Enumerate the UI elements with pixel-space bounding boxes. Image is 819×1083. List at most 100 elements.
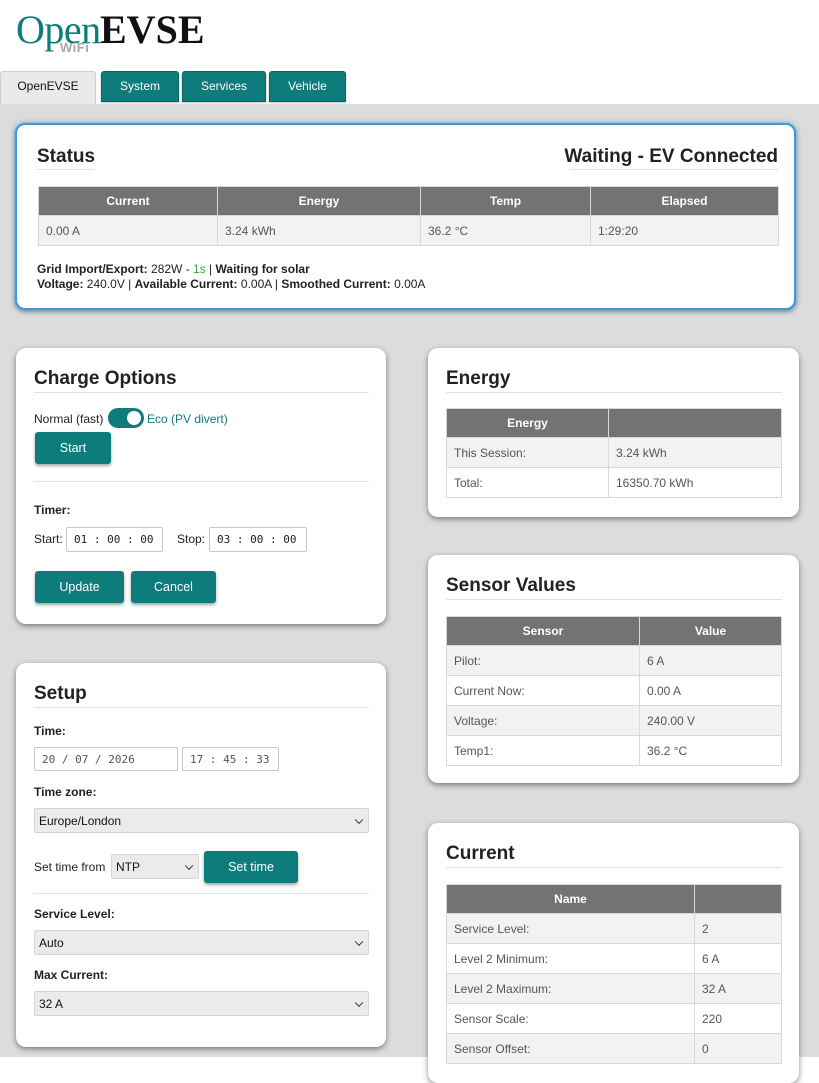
sensor-table: Sensor Value Pilot: 6 A Current Now: 0.0…	[446, 616, 782, 766]
timer-start-input[interactable]: 01 : 00 : 00	[66, 527, 163, 552]
grid-label: Grid Import/Export:	[37, 262, 148, 276]
sensor-row-value: 0.00 A	[639, 675, 782, 706]
current-row-label: Service Level:	[446, 913, 695, 944]
current-row-value: 0	[694, 1033, 782, 1064]
start-button[interactable]: Start	[35, 432, 111, 464]
timer-stop-input[interactable]: 03 : 00 : 00	[209, 527, 307, 552]
sensor-header-value: Value	[639, 616, 782, 646]
timer-label: Timer:	[34, 503, 71, 517]
current-row-label: Level 2 Maximum:	[446, 973, 695, 1004]
available-current-value: 0.00A |	[240, 277, 282, 291]
status-temp-value: 36.2 °C	[420, 215, 591, 246]
setup-card: Setup Time: 20 / 07 / 2026 17 : 45 : 33 …	[16, 663, 386, 1047]
grid-separator: |	[205, 262, 216, 276]
openevse-logo: Open EVSE WiFi	[16, 6, 216, 56]
tab-openevse[interactable]: OpenEVSE	[0, 71, 96, 105]
current-row-value: 2	[694, 913, 782, 944]
grid-line: Grid Import/Export: 282W - 1s | Waiting …	[37, 262, 310, 276]
status-current-value: 0.00 A	[38, 215, 218, 246]
energy-table: Energy This Session: 3.24 kWh Total: 163…	[446, 408, 782, 498]
timer-start-label: Start:	[34, 532, 63, 546]
tab-system[interactable]: System	[101, 71, 179, 102]
max-current-label: Max Current:	[34, 968, 109, 982]
time-input[interactable]: 17 : 45 : 33	[182, 747, 279, 771]
service-level-select[interactable]: Auto	[34, 930, 369, 955]
chevron-down-icon	[354, 937, 364, 946]
energy-row-label: This Session:	[446, 437, 609, 468]
logo-wifi-text: WiFi	[60, 40, 90, 55]
set-time-from-value: NTP	[116, 859, 140, 874]
current-header-value	[694, 884, 782, 914]
chevron-down-icon	[354, 815, 364, 824]
charge-options-title: Charge Options	[34, 368, 177, 389]
set-time-from-label: Set time from	[34, 860, 106, 874]
sensor-header-name: Sensor	[446, 616, 640, 646]
chevron-down-icon	[354, 998, 364, 1007]
sensor-row-label: Current Now:	[446, 675, 640, 706]
sensor-row-value: 6 A	[639, 645, 782, 676]
date-input[interactable]: 20 / 07 / 2026	[34, 747, 178, 771]
eco-mode-toggle[interactable]	[108, 408, 144, 428]
timezone-label: Time zone:	[34, 785, 97, 799]
sensor-row-value: 36.2 °C	[639, 735, 782, 766]
status-header-energy: Energy	[217, 186, 421, 216]
current-row-value: 6 A	[694, 943, 782, 974]
smoothed-current-value: 0.00A	[394, 277, 426, 291]
status-title: Status	[37, 146, 96, 167]
sensor-row-value: 240.00 V	[639, 705, 782, 736]
time-label: Time:	[34, 724, 66, 738]
tab-services[interactable]: Services	[182, 71, 266, 102]
status-header-current: Current	[38, 186, 218, 216]
status-energy-value: 3.24 kWh	[217, 215, 421, 246]
timezone-value: Europe/London	[39, 813, 122, 828]
service-level-value: Auto	[39, 935, 64, 950]
toggle-knob	[127, 411, 141, 425]
energy-row-label: Total:	[446, 467, 609, 498]
charge-options-card: Charge Options Normal (fast) Eco (PV div…	[16, 348, 386, 624]
current-row-value: 220	[694, 1003, 782, 1034]
timer-stop-label: Stop:	[177, 532, 206, 546]
sensor-row-label: Temp1:	[446, 735, 640, 766]
energy-header-value	[608, 408, 782, 438]
chevron-down-icon	[184, 861, 194, 870]
grid-state: Waiting for solar	[215, 262, 310, 276]
energy-header-name: Energy	[446, 408, 609, 438]
status-header-elapsed: Elapsed	[590, 186, 779, 216]
energy-row-value: 16350.70 kWh	[608, 467, 782, 498]
current-row-value: 32 A	[694, 973, 782, 1004]
current-header-name: Name	[446, 884, 695, 914]
status-table: Current Energy Temp Elapsed 0.00 A 3.24 …	[38, 186, 779, 246]
set-time-button[interactable]: Set time	[204, 851, 298, 883]
energy-card: Energy Energy This Session: 3.24 kWh Tot…	[428, 348, 799, 517]
sensor-values-title: Sensor Values	[446, 575, 576, 596]
tab-vehicle[interactable]: Vehicle	[269, 71, 346, 102]
logo-evse-text: EVSE	[100, 7, 205, 52]
current-row-label: Level 2 Minimum:	[446, 943, 695, 974]
voltage-value: 240.0V |	[86, 277, 135, 291]
service-level-label: Service Level:	[34, 907, 115, 921]
max-current-select[interactable]: 32 A	[34, 991, 369, 1016]
sensor-row-label: Pilot:	[446, 645, 640, 676]
status-elapsed-value: 1:29:20	[590, 215, 779, 246]
update-button[interactable]: Update	[35, 571, 124, 603]
mode-eco-label: Eco (PV divert)	[147, 412, 228, 426]
voltage-label: Voltage:	[37, 277, 84, 291]
current-row-label: Sensor Scale:	[446, 1003, 695, 1034]
max-current-value: 32 A	[39, 996, 64, 1011]
energy-title: Energy	[446, 368, 511, 389]
sensor-values-card: Sensor Values Sensor Value Pilot: 6 A Cu…	[428, 555, 799, 783]
available-current-label: Available Current:	[134, 277, 238, 291]
status-header-temp: Temp	[420, 186, 591, 216]
current-title: Current	[446, 843, 515, 864]
mode-normal-label: Normal (fast)	[34, 412, 104, 426]
set-time-from-select[interactable]: NTP	[111, 854, 199, 879]
voltage-line: Voltage: 240.0V | Available Current: 0.0…	[37, 277, 425, 291]
current-card: Current Name Service Level: 2 Level 2 Mi…	[428, 823, 799, 1083]
cancel-button[interactable]: Cancel	[131, 571, 216, 603]
status-card: Status Waiting - EV Connected Current En…	[15, 123, 796, 310]
current-row-label: Sensor Offset:	[446, 1033, 695, 1064]
main-content: Status Waiting - EV Connected Current En…	[0, 104, 819, 1083]
grid-value: 282W -	[151, 262, 194, 276]
timezone-select[interactable]: Europe/London	[34, 808, 369, 833]
current-table: Name Service Level: 2 Level 2 Minimum: 6…	[446, 884, 782, 1064]
